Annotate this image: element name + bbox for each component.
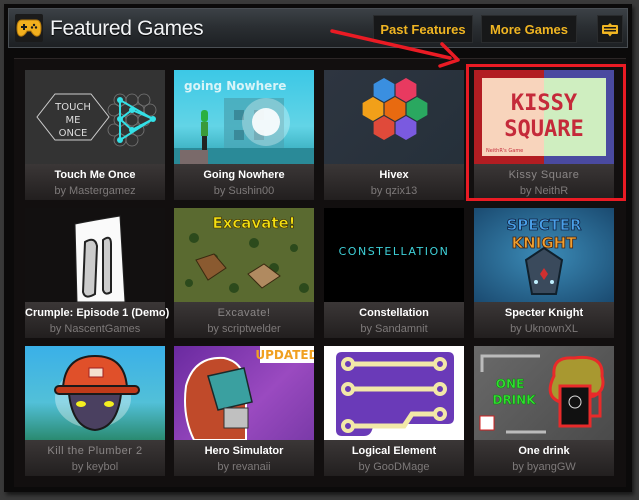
game-title[interactable]: Going Nowhere xyxy=(174,169,314,182)
game-author[interactable]: by keybol xyxy=(25,461,165,474)
game-caption: Touch Me Once by Mastergamez xyxy=(25,164,165,200)
panel-header: Featured Games Past Features More Games xyxy=(8,8,628,48)
game-card-hero-simulator[interactable]: UPDATED Hero Simulator by revanaii xyxy=(174,346,314,476)
game-caption: Logical Element by GooDMage xyxy=(324,440,464,476)
thumb-text: going Nowhere xyxy=(184,79,286,93)
game-thumbnail[interactable] xyxy=(324,346,464,440)
game-card-constellation[interactable]: CONSTELLATION Constellation by Sandamnit xyxy=(324,208,464,338)
game-caption: Going Nowhere by Sushin00 xyxy=(174,164,314,200)
game-thumbnail[interactable] xyxy=(25,346,165,440)
game-thumbnail[interactable] xyxy=(25,208,165,302)
game-title[interactable]: Touch Me Once xyxy=(25,169,165,182)
game-caption: Excavate! by scriptwelder xyxy=(174,302,314,338)
game-caption: Crumple: Episode 1 (Demo) by NascentGame… xyxy=(25,302,169,338)
svg-text:ONCE: ONCE xyxy=(59,128,88,139)
game-thumbnail[interactable] xyxy=(324,70,464,164)
game-card-excavate[interactable]: Excavate! Excavate! by scriptwelder xyxy=(174,208,314,338)
game-title[interactable]: Hero Simulator xyxy=(174,445,314,458)
game-thumbnail[interactable]: TOUCH ME ONCE xyxy=(25,70,165,164)
game-card-specter-knight[interactable]: SPECTER KNIGHT Specter Knight by UknownX… xyxy=(474,208,614,338)
game-author[interactable]: by GooDMage xyxy=(324,461,464,474)
game-author[interactable]: by UknownXL xyxy=(474,323,614,336)
game-caption: Hero Simulator by revanaii xyxy=(174,440,314,476)
game-author[interactable]: by Sushin00 xyxy=(174,185,314,198)
game-thumbnail[interactable]: Excavate! xyxy=(174,208,314,302)
game-card-going-nowhere[interactable]: going Nowhere Going Nowhere by Sushin00 xyxy=(174,70,314,200)
thumb-text: TOUCH xyxy=(54,102,91,113)
game-author[interactable]: by qzix13 xyxy=(324,185,464,198)
updated-badge: UPDATED xyxy=(255,348,314,362)
gamepad-icon xyxy=(15,14,43,42)
game-title[interactable]: Crumple: Episode 1 (Demo) xyxy=(25,307,169,320)
game-thumbnail[interactable]: going Nowhere xyxy=(174,70,314,164)
thumb-text: ONE xyxy=(496,377,524,391)
game-title[interactable]: Kill the Plumber 2 xyxy=(25,445,165,458)
game-caption: Constellation by Sandamnit xyxy=(324,302,464,338)
game-title[interactable]: Specter Knight xyxy=(474,307,614,320)
menu-button[interactable] xyxy=(597,15,623,43)
game-title[interactable]: Hivex xyxy=(324,169,464,182)
game-card-kill-the-plumber-2[interactable]: Kill the Plumber 2 by keybol xyxy=(25,346,165,476)
game-caption: Specter Knight by UknownXL xyxy=(474,302,614,338)
game-author[interactable]: by Mastergamez xyxy=(25,185,165,198)
game-author[interactable]: by NascentGames xyxy=(25,323,165,336)
game-title[interactable]: Logical Element xyxy=(324,445,464,458)
game-caption: Hivex by qzix13 xyxy=(324,164,464,200)
game-author[interactable]: by Sandamnit xyxy=(324,323,464,336)
game-caption: One drink by byangGW xyxy=(474,440,614,476)
svg-text:KNIGHT: KNIGHT xyxy=(512,234,578,252)
game-thumbnail[interactable]: CONSTELLATION xyxy=(324,208,464,302)
game-card-crumple[interactable]: Crumple: Episode 1 (Demo) by NascentGame… xyxy=(25,208,169,338)
more-games-button[interactable]: More Games xyxy=(481,15,577,43)
game-card-touch-me-once[interactable]: TOUCH ME ONCE Touch Me Once by Mastergam… xyxy=(25,70,165,200)
thumb-text: SPECTER xyxy=(506,216,582,234)
highlight-box xyxy=(466,64,626,201)
game-author[interactable]: by byangGW xyxy=(474,461,614,474)
game-caption: Kill the Plumber 2 by keybol xyxy=(25,440,165,476)
game-thumbnail[interactable]: ONE DRINK xyxy=(474,346,614,440)
game-author[interactable]: by revanaii xyxy=(174,461,314,474)
svg-text:DRINK: DRINK xyxy=(492,393,536,407)
game-title[interactable]: Excavate! xyxy=(174,307,314,320)
game-thumbnail[interactable]: SPECTER KNIGHT xyxy=(474,208,614,302)
menu-icon xyxy=(602,23,618,37)
game-title[interactable]: Constellation xyxy=(324,307,464,320)
past-features-button[interactable]: Past Features xyxy=(373,15,473,43)
thumb-text: CONSTELLATION xyxy=(339,245,450,258)
game-card-hivex[interactable]: Hivex by qzix13 xyxy=(324,70,464,200)
game-card-one-drink[interactable]: ONE DRINK One drink by byangGW xyxy=(474,346,614,476)
game-thumbnail[interactable]: UPDATED xyxy=(174,346,314,440)
game-title[interactable]: One drink xyxy=(474,445,614,458)
page-title: Featured Games xyxy=(50,17,204,40)
game-card-logical-element[interactable]: Logical Element by GooDMage xyxy=(324,346,464,476)
game-author[interactable]: by scriptwelder xyxy=(174,323,314,336)
svg-text:ME: ME xyxy=(66,115,81,126)
thumb-text: Excavate! xyxy=(212,214,295,232)
